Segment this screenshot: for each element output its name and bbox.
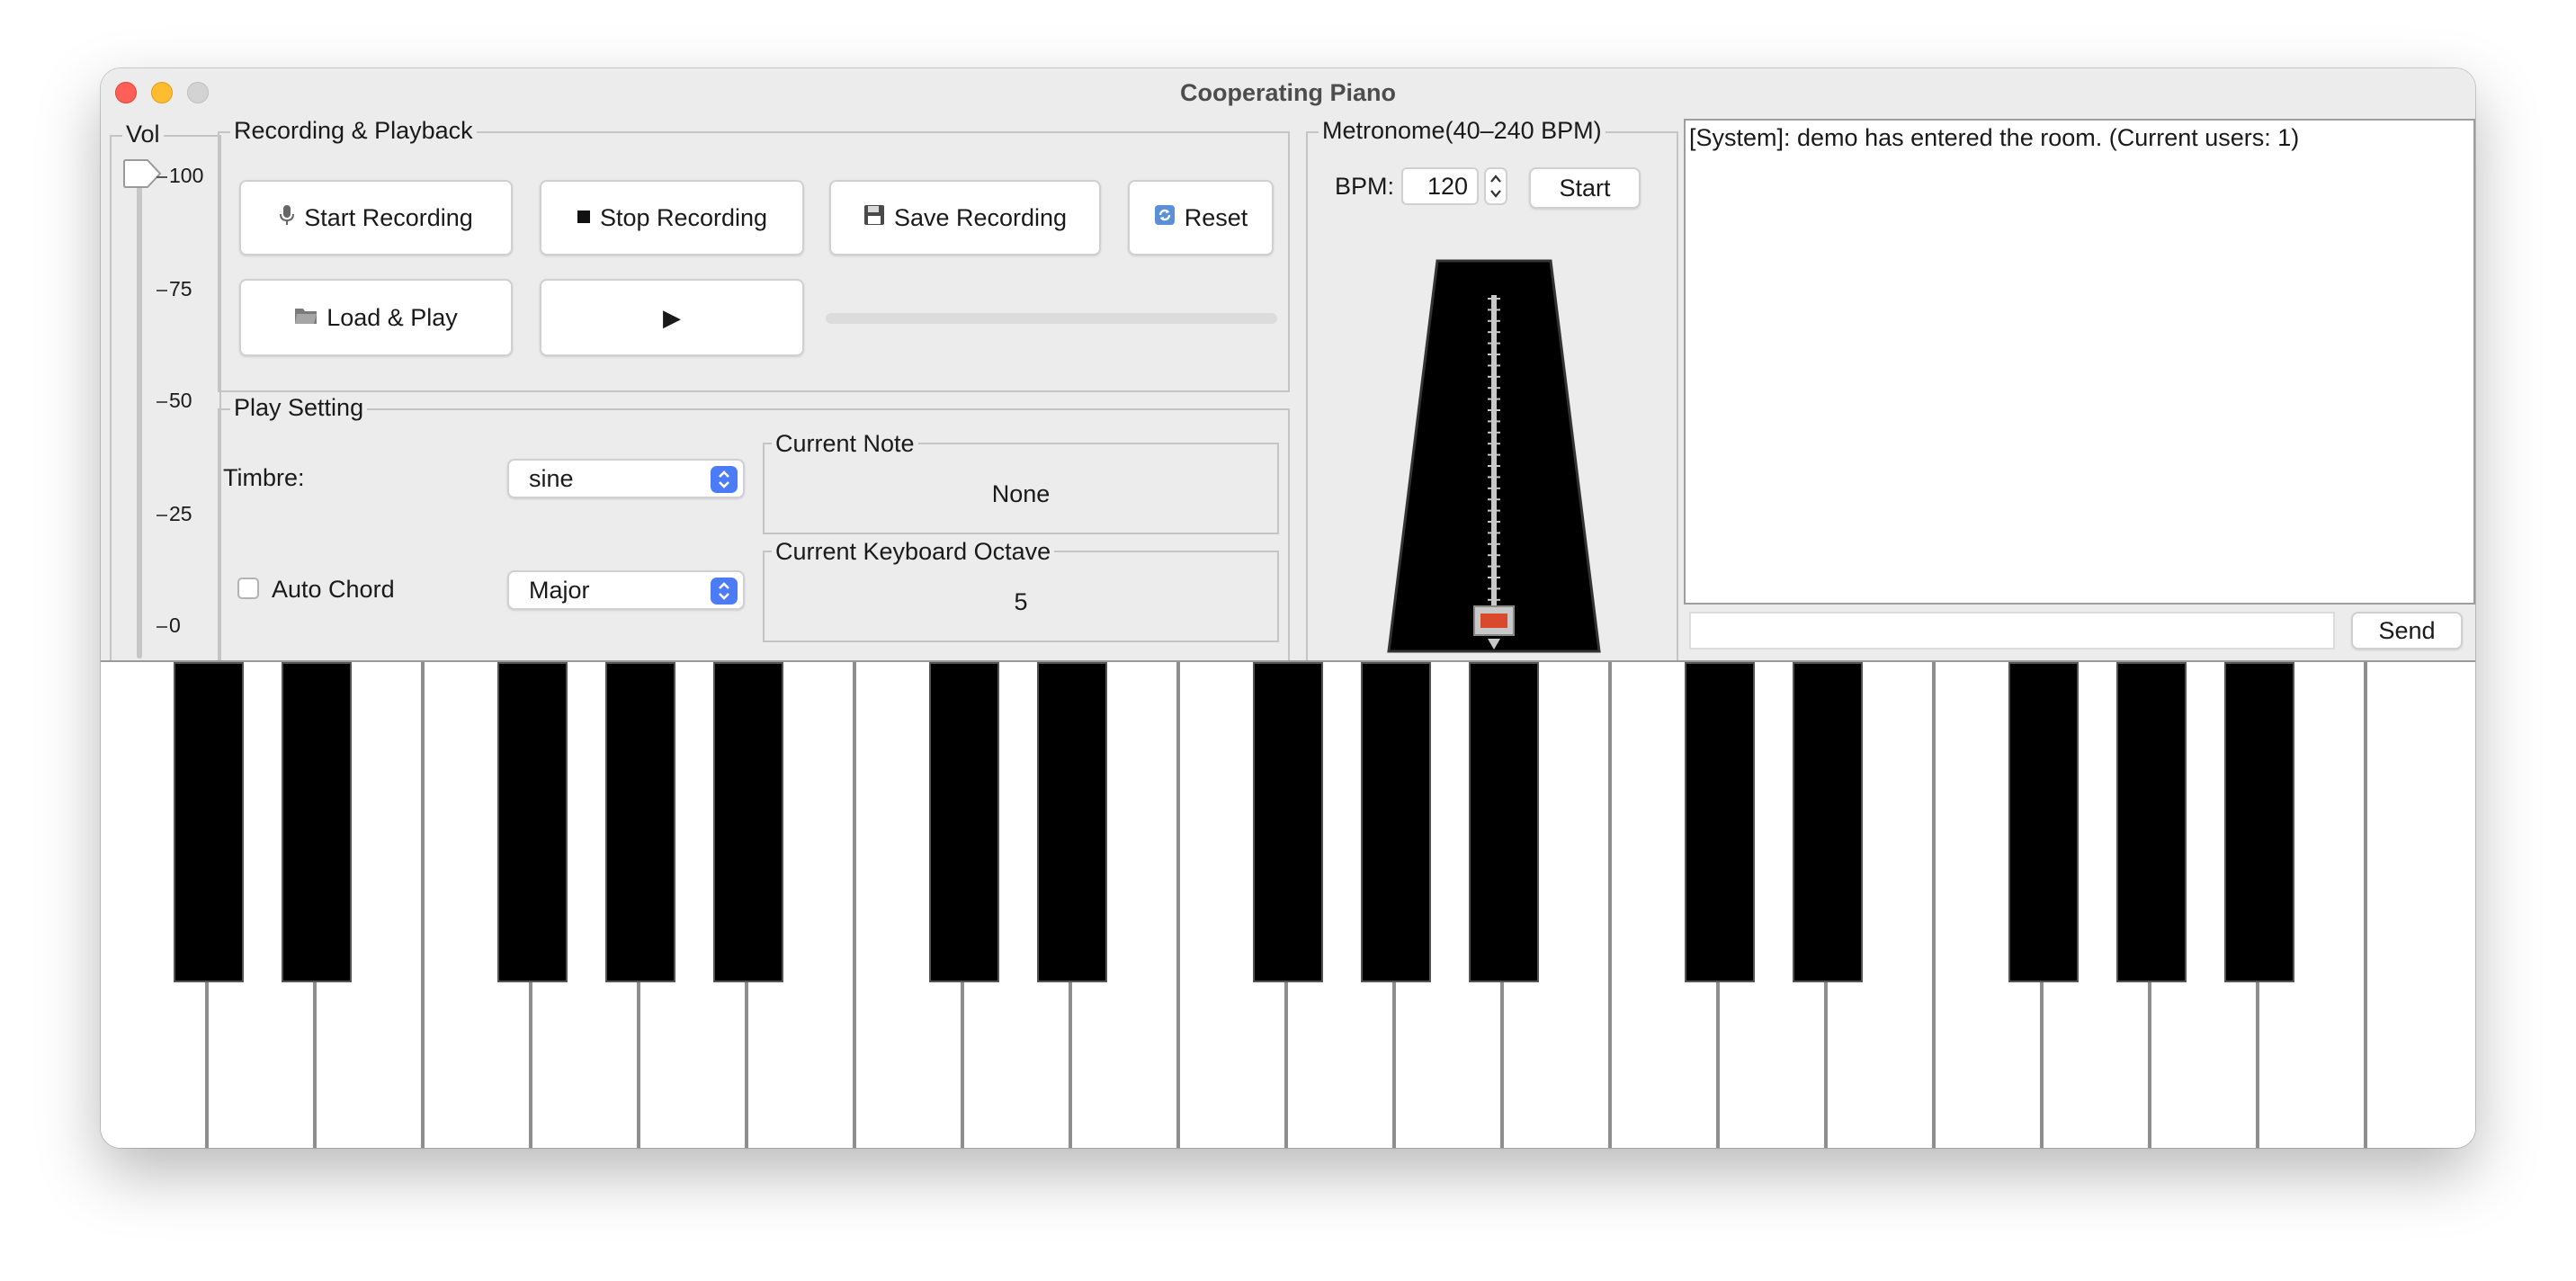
- folder-icon: [294, 305, 318, 331]
- black-key[interactable]: [174, 662, 244, 982]
- black-key[interactable]: [1037, 662, 1107, 982]
- recording-group-title: Recording & Playback: [230, 117, 477, 144]
- timbre-label: Timbre:: [223, 464, 305, 491]
- metronome-group-title: Metronome(40–240 BPM): [1319, 117, 1606, 144]
- metronome-graphic: [1387, 259, 1601, 653]
- black-key[interactable]: [1469, 662, 1539, 982]
- chat-log[interactable]: [System]: demo has entered the room. (Cu…: [1684, 119, 2475, 605]
- start-recording-label: Start Recording: [304, 203, 473, 231]
- stop-square-icon: [577, 205, 591, 230]
- volume-tick-0: [157, 626, 167, 628]
- white-key[interactable]: [2367, 662, 2475, 1148]
- bpm-spinner[interactable]: 120: [1401, 167, 1509, 205]
- volume-slider[interactable]: [137, 162, 142, 658]
- volume-tick-label-0: 0: [169, 614, 181, 637]
- black-key[interactable]: [1253, 662, 1323, 982]
- play-button[interactable]: ▶: [540, 279, 804, 356]
- chat-input[interactable]: [1689, 612, 2335, 649]
- black-key[interactable]: [497, 662, 568, 982]
- keyboard-octave-value: 5: [1014, 588, 1028, 615]
- black-key[interactable]: [2008, 662, 2079, 982]
- chord-type-select[interactable]: Major: [507, 570, 745, 610]
- current-note-panel: Current Note None: [763, 430, 1279, 534]
- metronome-group: Metronome(40–240 BPM) BPM: 120 Start: [1306, 117, 1678, 716]
- metronome-start-label: Start: [1559, 174, 1611, 202]
- refresh-icon: [1154, 204, 1176, 232]
- keyboard-octave-panel: Current Keyboard Octave 5: [763, 538, 1279, 642]
- save-recording-label: Save Recording: [893, 203, 1068, 231]
- select-arrows-icon: [711, 466, 738, 493]
- auto-chord-label: Auto Chord: [272, 576, 395, 603]
- volume-tick-label-25: 25: [169, 502, 192, 525]
- recording-group: Recording & Playback Start Recording Sto…: [218, 117, 1290, 392]
- black-key[interactable]: [1685, 662, 1755, 982]
- volume-tick-75: [157, 290, 167, 291]
- start-recording-button[interactable]: Start Recording: [239, 180, 513, 255]
- app-window: Cooperating Piano Vol 100 75 50 25 0 Rec…: [101, 68, 2475, 1148]
- black-key[interactable]: [282, 662, 352, 982]
- volume-tick-50: [157, 401, 167, 403]
- select-arrows-icon: [711, 578, 738, 605]
- volume-slider-fill: [137, 162, 142, 658]
- black-key[interactable]: [605, 662, 675, 982]
- stop-recording-label: Stop Recording: [599, 203, 768, 231]
- reset-label: Reset: [1184, 203, 1248, 231]
- volume-tick-label-50: 50: [169, 389, 192, 412]
- play-setting-group-title: Play Setting: [230, 394, 368, 421]
- auto-chord-checkbox[interactable]: [237, 578, 259, 599]
- volume-tick-100: [157, 176, 167, 178]
- black-key[interactable]: [2116, 662, 2187, 982]
- current-note-value: None: [991, 480, 1051, 507]
- metronome-start-button[interactable]: Start: [1529, 167, 1641, 209]
- send-label: Send: [2378, 616, 2436, 644]
- play-icon: ▶: [663, 303, 681, 331]
- piano-keyboard[interactable]: [101, 660, 2475, 1148]
- load-and-play-button[interactable]: Load & Play: [239, 279, 513, 356]
- title-bar: Cooperating Piano: [101, 68, 2475, 117]
- bpm-input[interactable]: 120: [1401, 167, 1479, 205]
- bpm-stepper-icon[interactable]: [1484, 167, 1507, 205]
- timbre-select[interactable]: sine: [507, 459, 745, 498]
- volume-tick-label-100: 100: [169, 164, 204, 187]
- black-key[interactable]: [2224, 662, 2294, 982]
- chat-message: [System]: demo has entered the room. (Cu…: [1689, 124, 2300, 151]
- black-key[interactable]: [929, 662, 999, 982]
- volume-group: Vol 100 75 50 25 0: [110, 121, 221, 716]
- volume-group-title: Vol: [122, 121, 164, 148]
- stop-recording-button[interactable]: Stop Recording: [540, 180, 804, 255]
- chord-type-select-value: Major: [529, 576, 590, 604]
- volume-tick-25: [157, 515, 167, 516]
- black-key[interactable]: [1361, 662, 1431, 982]
- window-title: Cooperating Piano: [1179, 79, 1396, 106]
- reset-button[interactable]: Reset: [1128, 180, 1274, 255]
- volume-tick-label-75: 75: [169, 277, 192, 300]
- playback-progress-bar: [826, 313, 1277, 324]
- black-key[interactable]: [713, 662, 783, 982]
- current-note-title: Current Note: [772, 430, 918, 457]
- volume-slider-thumb[interactable]: [122, 158, 162, 189]
- floppy-disk-icon: [863, 204, 885, 232]
- load-and-play-label: Load & Play: [326, 303, 458, 331]
- keyboard-octave-title: Current Keyboard Octave: [772, 538, 1055, 565]
- bpm-label: BPM:: [1335, 173, 1395, 200]
- timbre-select-value: sine: [529, 464, 574, 492]
- send-button[interactable]: Send: [2351, 612, 2463, 649]
- save-recording-button[interactable]: Save Recording: [829, 180, 1101, 255]
- black-key[interactable]: [1793, 662, 1863, 982]
- microphone-icon: [279, 204, 295, 232]
